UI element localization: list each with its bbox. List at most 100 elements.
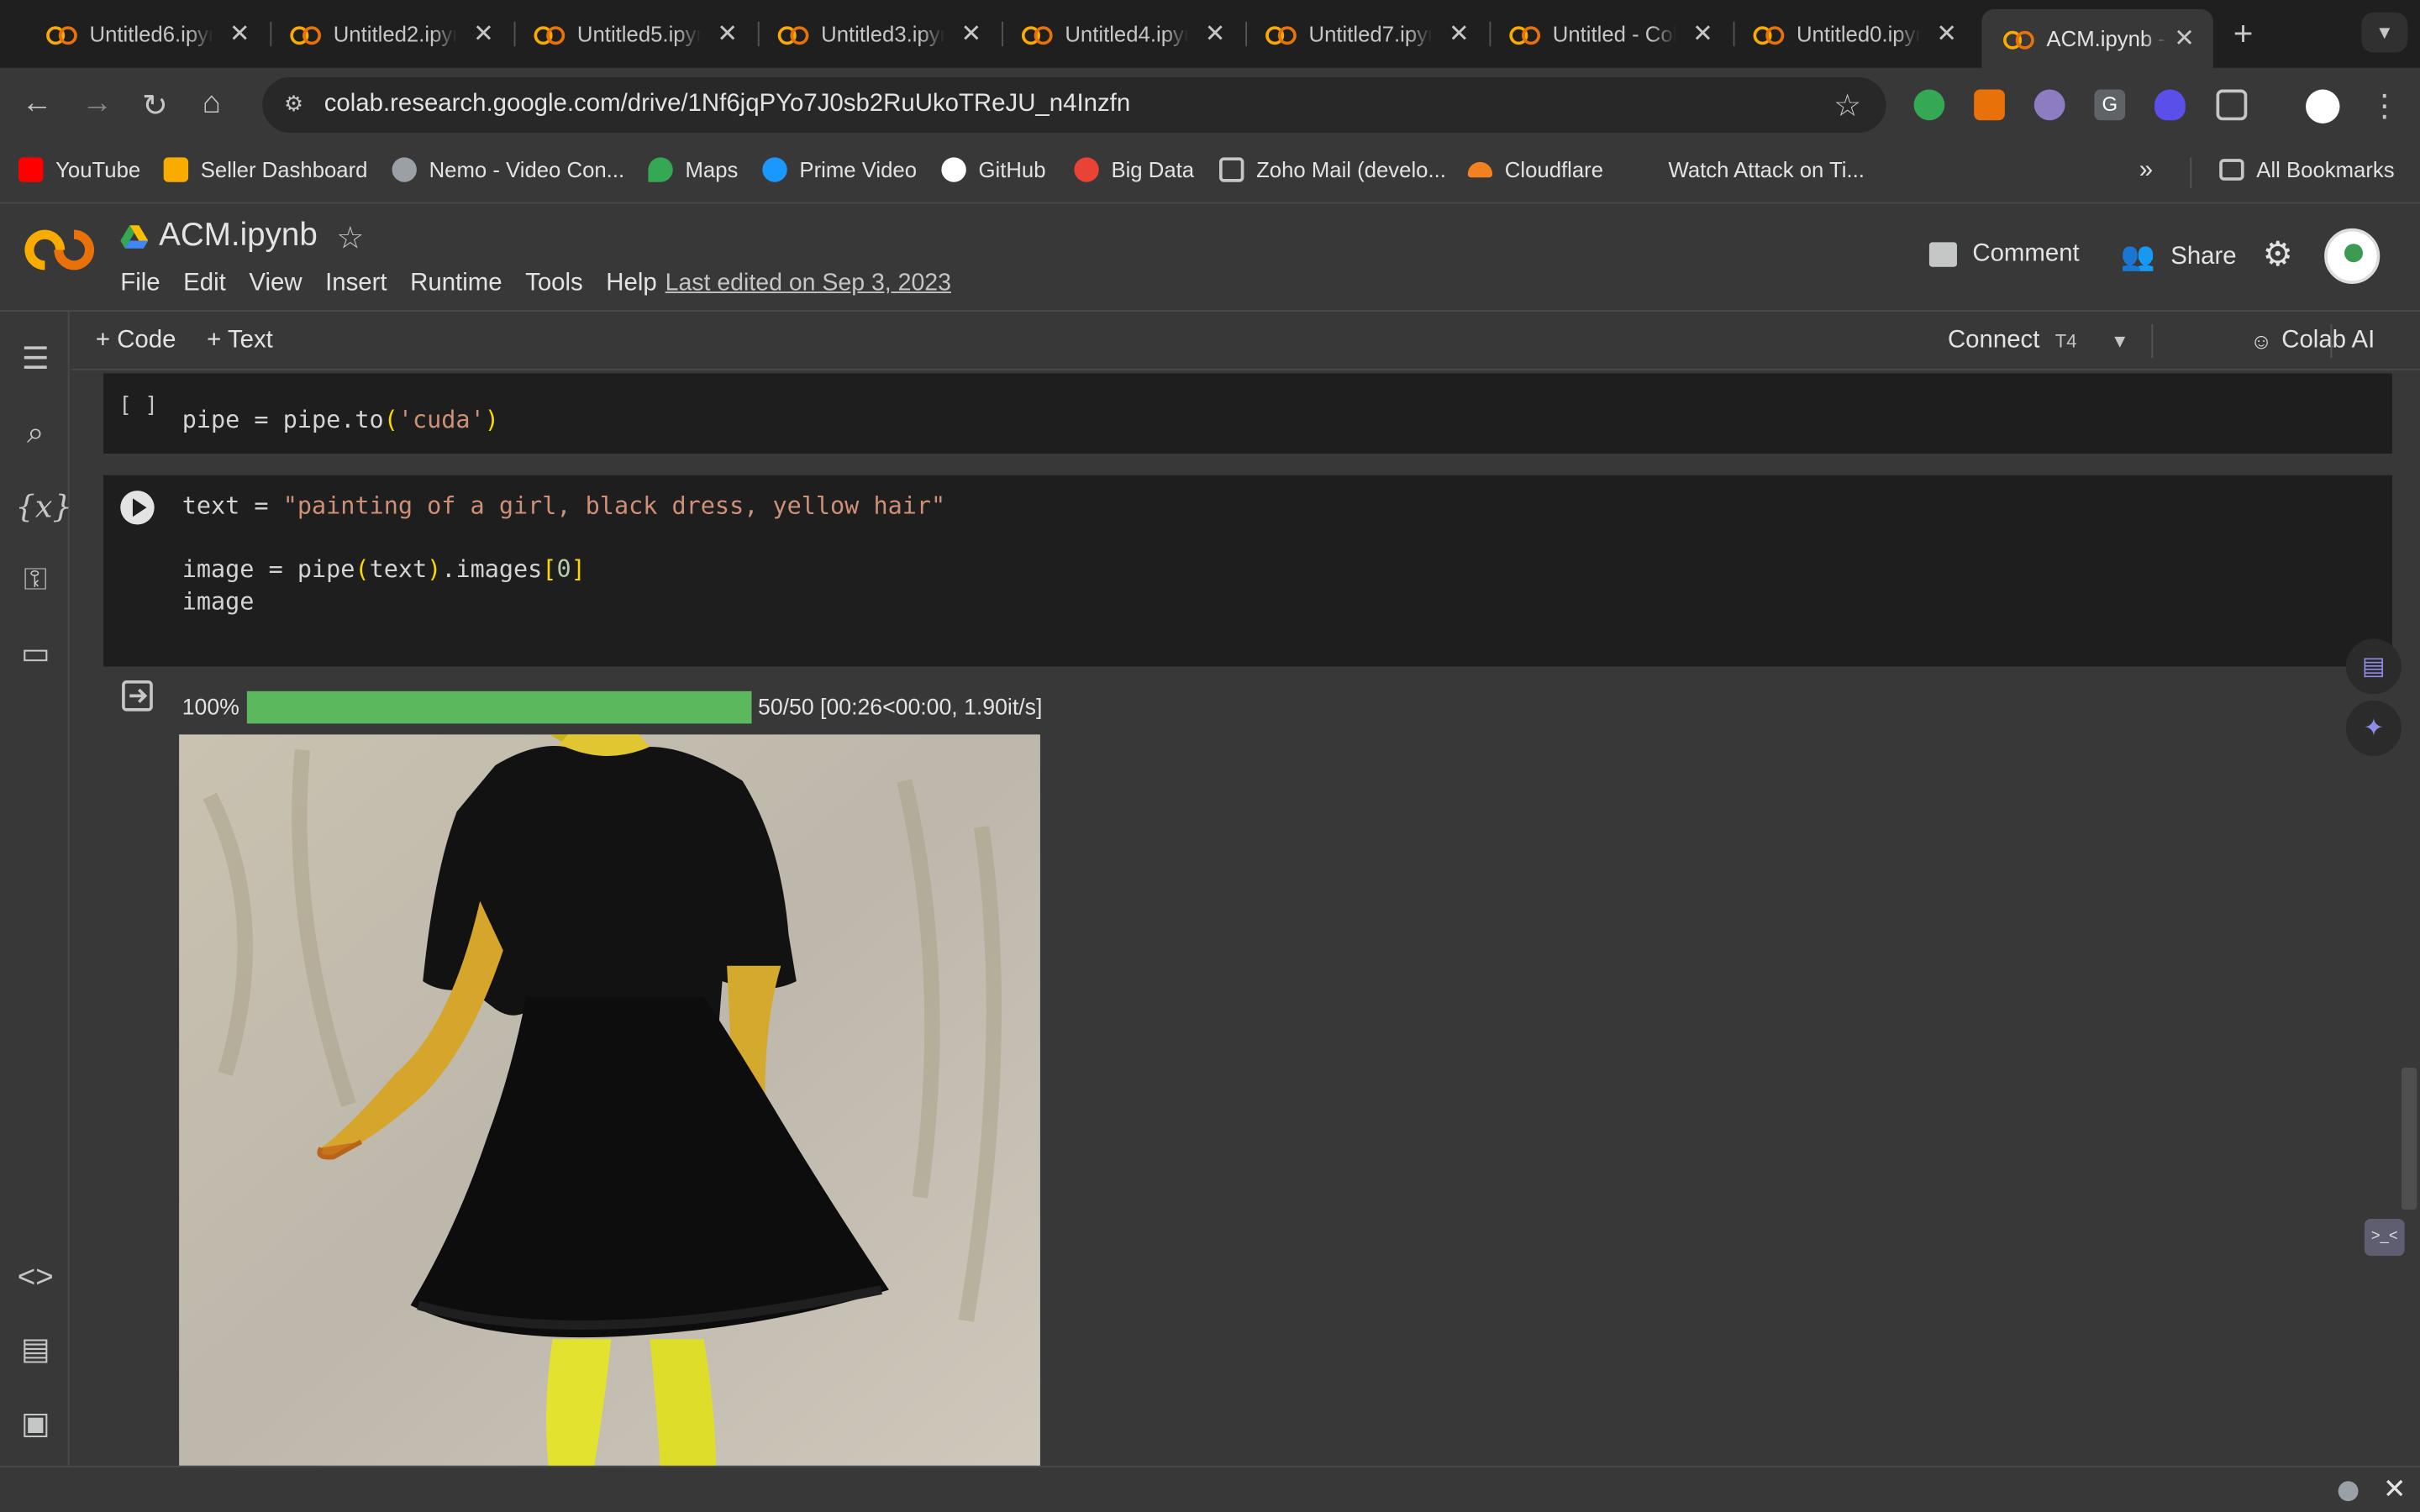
- extension-icon[interactable]: [1913, 89, 1945, 121]
- extension-icon[interactable]: [2154, 89, 2186, 121]
- back-arrow-icon[interactable]: ←: [22, 87, 53, 122]
- code-snippets-icon[interactable]: <>: [15, 1257, 55, 1298]
- bookmark-youtube[interactable]: YouTube: [18, 157, 140, 182]
- bookmark-seller-dashboard[interactable]: Seller Dashboard: [163, 157, 367, 182]
- forward-arrow-icon[interactable]: →: [82, 87, 113, 122]
- browser-tab[interactable]: Untitled6.ipynb ✕: [24, 9, 268, 59]
- code-line[interactable]: image = pipe(text).images[0]: [182, 554, 586, 586]
- bookmark-github[interactable]: GitHub: [941, 157, 1046, 182]
- output-actions-icon[interactable]: [120, 679, 154, 712]
- search-icon[interactable]: ⌕: [15, 413, 55, 454]
- close-icon[interactable]: ✕: [229, 18, 250, 50]
- menu-insert[interactable]: Insert: [325, 270, 387, 297]
- extension-icon[interactable]: [2033, 89, 2065, 121]
- table-of-contents-icon[interactable]: ☰: [15, 339, 55, 380]
- close-icon[interactable]: ✕: [1692, 18, 1713, 50]
- menu-runtime[interactable]: Runtime: [410, 270, 502, 297]
- menu-file[interactable]: File: [120, 270, 160, 297]
- tab-search-chevron-icon[interactable]: ▼: [2361, 12, 2408, 53]
- close-icon[interactable]: ✕: [2383, 1473, 2407, 1506]
- code-line[interactable]: image: [182, 586, 255, 619]
- browser-tab[interactable]: Untitled3.ipynb ✕: [756, 9, 1000, 59]
- github-icon: [941, 157, 966, 182]
- bookmark-label: Maps: [685, 157, 739, 182]
- menu-help[interactable]: Help: [606, 270, 656, 297]
- command-palette-icon[interactable]: ▤: [15, 1330, 55, 1370]
- menu-view[interactable]: View: [249, 270, 302, 297]
- browser-tab[interactable]: Untitled5.ipynb ✕: [513, 9, 756, 59]
- close-icon[interactable]: ✕: [1449, 18, 1470, 50]
- code-cell[interactable]: [ ] pipe = pipe.to('cuda'): [103, 373, 2392, 454]
- colab-logo-icon[interactable]: [16, 221, 103, 279]
- code-line[interactable]: text = "painting of a girl, black dress,…: [182, 491, 945, 523]
- last-edited-link[interactable]: Last edited on Sep 3, 2023: [666, 270, 951, 297]
- google-drive-icon[interactable]: [120, 225, 149, 249]
- bookmark-watch-attack[interactable]: Watch Attack on Ti...: [1631, 157, 1865, 182]
- code-line[interactable]: pipe = pipe.to('cuda'): [182, 404, 499, 437]
- bookmark-prime-video[interactable]: Prime Video: [762, 157, 917, 182]
- more-vert-icon[interactable]: ⋮: [2369, 87, 2400, 125]
- metamask-icon[interactable]: [1974, 89, 2005, 121]
- notebook-notes-icon[interactable]: ▤: [2345, 638, 2402, 695]
- bookmark-cloudflare[interactable]: Cloudflare: [1467, 157, 1603, 182]
- home-icon[interactable]: ⌂: [203, 87, 221, 122]
- ai-sparkle-icon[interactable]: ✦: [2345, 700, 2402, 756]
- url-text[interactable]: colab.research.google.com/drive/1Nf6jqPY…: [324, 91, 1130, 118]
- connect-button[interactable]: Connect T4 ▼: [1948, 327, 2129, 354]
- close-icon[interactable]: ✕: [2174, 24, 2195, 55]
- notebook-title[interactable]: ACM.ipynb: [159, 218, 318, 255]
- site-info-icon[interactable]: ⚙: [284, 91, 312, 118]
- code-token: ]: [571, 555, 586, 584]
- address-bar[interactable]: ⚙ colab.research.google.com/drive/1Nf6jq…: [262, 76, 1886, 133]
- screen: Untitled6.ipynb ✕ Untitled2.ipynb ✕ Unti…: [0, 0, 2420, 1512]
- close-icon[interactable]: ✕: [717, 18, 738, 50]
- add-text-button[interactable]: + Text: [207, 327, 273, 354]
- all-bookmarks[interactable]: All Bookmarks: [2219, 157, 2395, 182]
- bookmark-star-icon[interactable]: ☆: [1833, 87, 1861, 125]
- reload-icon[interactable]: ↻: [142, 87, 168, 125]
- run-cell-button[interactable]: [120, 491, 155, 525]
- add-code-button[interactable]: + Code: [96, 327, 176, 354]
- comment-button[interactable]: Comment: [1928, 241, 2080, 269]
- bookmark-maps[interactable]: Maps: [648, 157, 739, 182]
- puzzle-extensions-icon[interactable]: [2216, 89, 2248, 121]
- secrets-key-icon[interactable]: ⚿: [15, 560, 55, 601]
- scrollbar-thumb[interactable]: [2401, 1068, 2417, 1210]
- variables-icon[interactable]: {x}: [15, 486, 71, 527]
- code-cell[interactable]: text = "painting of a girl, black dress,…: [103, 475, 2392, 667]
- star-icon[interactable]: ☆: [336, 219, 364, 258]
- browser-tab[interactable]: Untitled0.ipynb ✕: [1732, 9, 1975, 59]
- tab-title: Untitled0.ipynb: [1796, 21, 1920, 47]
- chevron-down-icon[interactable]: ▼: [2111, 330, 2129, 352]
- close-icon[interactable]: ✕: [1205, 18, 1226, 50]
- browser-tab[interactable]: Untitled2.ipynb ✕: [269, 9, 513, 59]
- files-folder-icon[interactable]: ▭: [15, 634, 55, 675]
- more-bookmarks-chevron-icon[interactable]: »: [2139, 157, 2153, 185]
- folder-icon: [2219, 159, 2244, 181]
- menu-edit[interactable]: Edit: [183, 270, 226, 297]
- browser-tab[interactable]: Untitled4.ipynb ✕: [1000, 9, 1244, 59]
- new-tab-button[interactable]: +: [2233, 14, 2254, 55]
- bookmark-label: All Bookmarks: [2256, 157, 2395, 182]
- bookmark-big-data[interactable]: Big Data: [1074, 157, 1194, 182]
- progress-bar-fill: [247, 690, 752, 724]
- status-bar: ✕: [0, 1465, 2420, 1512]
- grammar-extension-icon[interactable]: G: [2094, 89, 2126, 121]
- colab-ai-button[interactable]: ☺ Colab AI: [2250, 327, 2375, 354]
- bookmark-zoho-mail[interactable]: Zoho Mail (develo...: [1219, 157, 1446, 182]
- menu-tools[interactable]: Tools: [525, 270, 583, 297]
- terminal-icon[interactable]: ▣: [15, 1404, 55, 1444]
- settings-gear-icon[interactable]: ⚙: [2263, 234, 2293, 275]
- close-icon[interactable]: ✕: [1936, 18, 1957, 50]
- toolbar-divider: [2151, 323, 2154, 359]
- close-icon[interactable]: ✕: [473, 18, 494, 50]
- share-button[interactable]: 👥 Share: [2121, 241, 2237, 274]
- terminal-shortcut-icon[interactable]: >_<: [2364, 1219, 2405, 1257]
- close-icon[interactable]: ✕: [961, 18, 982, 50]
- account-avatar[interactable]: [2324, 228, 2381, 284]
- browser-tab[interactable]: Untitled - Colab ✕: [1488, 9, 1732, 59]
- profile-avatar-icon[interactable]: [2306, 89, 2340, 123]
- browser-tab-active[interactable]: ACM.ipynb - Colab ✕: [1981, 9, 2213, 68]
- bookmark-nemo[interactable]: Nemo - Video Con...: [392, 157, 624, 182]
- browser-tab[interactable]: Untitled7.ipynb ✕: [1244, 9, 1487, 59]
